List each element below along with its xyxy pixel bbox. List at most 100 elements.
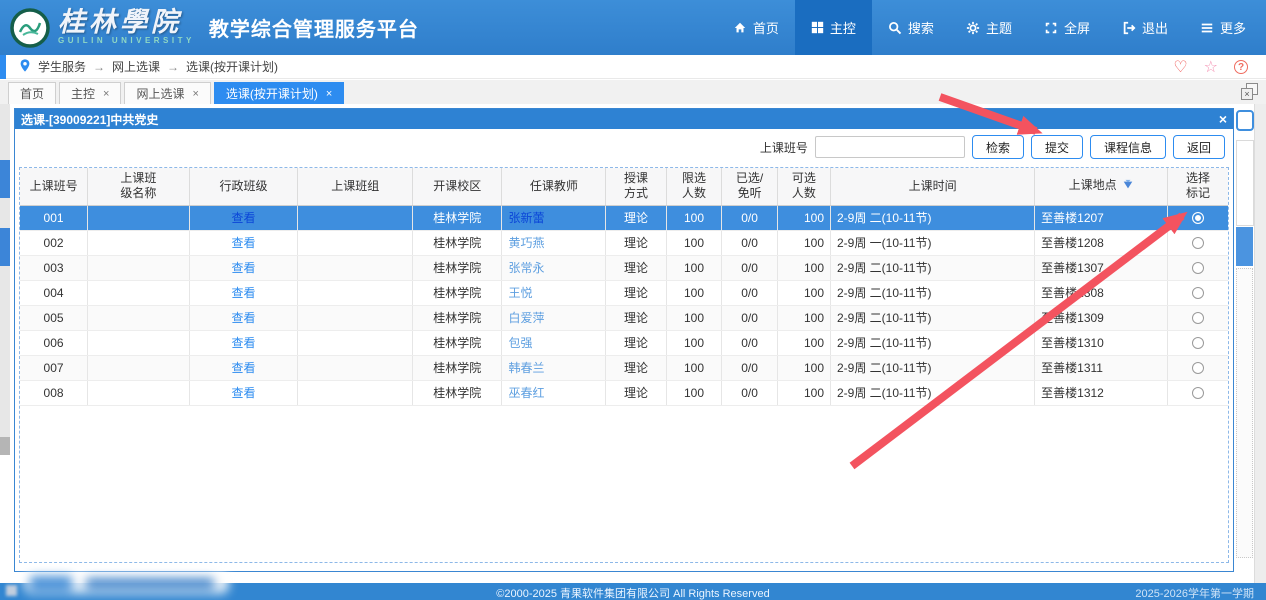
tab-close-icon[interactable]: × [192,88,198,100]
teacher-link[interactable]: 王悦 [508,286,532,300]
class-no-input[interactable] [815,136,965,158]
course-select-dialog: 选课-[39009221]中共党史 × 上课班号 检索提交课程信息返回 上课班号… [14,108,1234,572]
table-row[interactable]: 002 查看 桂林学院 黄巧燕 理论 100 0/0 100 2-9周 一(10… [20,230,1228,255]
teacher-link[interactable]: 张常永 [508,261,544,275]
table-row[interactable]: 001 查看 桂林学院 张新蕾 理论 100 0/0 100 2-9周 二(10… [20,205,1228,230]
tab-close-icon[interactable]: × [103,88,109,100]
submit-button[interactable]: 提交 [1031,135,1083,159]
teacher-link[interactable]: 包强 [508,336,532,350]
col-header: 上课班号 [20,168,88,205]
left-scrollbar-end [0,437,10,455]
home-icon [733,21,747,35]
course-info-button[interactable]: 课程信息 [1090,135,1166,159]
gears-icon [966,21,980,35]
table-row[interactable]: 006 查看 桂林学院 包强 理论 100 0/0 100 2-9周 二(10-… [20,330,1228,355]
tab-选课(按开课计划)[interactable]: 选课(按开课计划)× [214,82,344,104]
teacher-link[interactable]: 巫春红 [508,386,544,400]
course-table: 上课班号上课班 级名称行政班级上课班组开课校区任课教师授课 方式限选 人数已选/… [20,168,1228,406]
tab-主控[interactable]: 主控× [59,82,121,104]
teacher-link[interactable]: 韩春兰 [508,361,544,375]
view-link[interactable]: 查看 [231,211,255,225]
breadcrumb-item[interactable]: 选课(按开课计划) [186,60,278,74]
cell-teacher: 王悦 [502,280,606,305]
cell-teacher: 韩春兰 [502,355,606,380]
select-radio[interactable] [1192,362,1204,374]
close-all-tabs-icon[interactable]: × [1241,83,1258,100]
select-radio[interactable] [1192,387,1204,399]
view-link[interactable]: 查看 [231,236,255,250]
cell-teaching-mode: 理论 [606,355,666,380]
cell-teaching-mode: 理论 [606,205,666,230]
cell-teacher: 包强 [502,330,606,355]
tab-label: 网上选课 [136,85,184,102]
cell-campus: 桂林学院 [413,305,502,330]
university-logo-icon [10,8,50,48]
teacher-link[interactable]: 张新蕾 [508,211,544,225]
view-link[interactable]: 查看 [231,261,255,275]
view-link[interactable]: 查看 [231,286,255,300]
search-icon [888,21,902,35]
nav-item-search[interactable]: 搜索 [872,0,950,55]
view-link[interactable]: 查看 [231,361,255,375]
table-row[interactable]: 008 查看 桂林学院 巫春红 理论 100 0/0 100 2-9周 二(10… [20,380,1228,405]
select-radio[interactable] [1192,287,1204,299]
cell-campus: 桂林学院 [413,380,502,405]
col-header: 可选 人数 [777,168,830,205]
view-link[interactable]: 查看 [231,386,255,400]
nav-item-fullscreen[interactable]: 全屏 [1028,0,1106,55]
heart-icon[interactable]: ♡ [1173,57,1187,77]
filter-icon[interactable] [1122,179,1134,195]
nav-item-theme[interactable]: 主题 [950,0,1028,55]
left-scrollbar[interactable] [0,104,10,455]
search-button[interactable]: 检索 [972,135,1024,159]
select-radio[interactable] [1192,312,1204,324]
cell-class-time: 2-9周 二(10-11节) [831,205,1035,230]
cell-class-no: 003 [20,255,88,280]
col-header: 选择 标记 [1168,168,1228,205]
help-icon[interactable]: ? [1234,60,1248,74]
nav-item-logout[interactable]: 退出 [1106,0,1184,55]
cell-select-mark [1168,205,1228,230]
table-row[interactable]: 005 查看 桂林学院 白爱萍 理论 100 0/0 100 2-9周 二(10… [20,305,1228,330]
cell-class-location: 至善楼1309 [1035,305,1168,330]
table-row[interactable]: 003 查看 桂林学院 张常永 理论 100 0/0 100 2-9周 二(10… [20,255,1228,280]
select-radio[interactable] [1192,212,1204,224]
nav-item-main-control[interactable]: 主控 [795,0,872,55]
nav-item-more[interactable]: 更多 [1184,0,1262,55]
dialog-close-icon[interactable]: × [1219,112,1227,126]
cell-campus: 桂林学院 [413,255,502,280]
cell-teaching-mode: 理论 [606,330,666,355]
return-button[interactable]: 返回 [1173,135,1225,159]
breadcrumb-item[interactable]: 学生服务 [38,60,86,74]
breadcrumb-item[interactable]: 网上选课 [112,60,160,74]
top-nav: 首页主控搜索主题全屏退出更多 [717,0,1262,55]
class-no-label: 上课班号 [760,139,808,156]
view-link[interactable]: 查看 [231,311,255,325]
table-row[interactable]: 007 查看 桂林学院 韩春兰 理论 100 0/0 100 2-9周 二(10… [20,355,1228,380]
tab-close-icon[interactable]: × [326,88,332,100]
star-icon[interactable]: ☆ [1204,57,1218,77]
cell-teacher: 张常永 [502,255,606,280]
tab-首页[interactable]: 首页 [8,82,56,104]
view-link[interactable]: 查看 [231,336,255,350]
select-radio[interactable] [1192,262,1204,274]
cell-class-time: 2-9周 一(10-11节) [831,230,1035,255]
select-radio[interactable] [1192,337,1204,349]
right-scrollbar[interactable] [1254,104,1266,583]
teacher-link[interactable]: 白爱萍 [508,311,544,325]
teacher-link[interactable]: 黄巧燕 [508,236,544,250]
tab-网上选课[interactable]: 网上选课 × [124,82,210,104]
cell-class-group [298,280,413,305]
cell-class-no: 006 [20,330,88,355]
cell-select-mark [1168,255,1228,280]
cell-class-group [298,355,413,380]
left-scrollbar-thumb[interactable] [0,160,10,198]
select-radio[interactable] [1192,237,1204,249]
nav-item-home[interactable]: 首页 [717,0,795,55]
cell-class-group [298,330,413,355]
cell-class-time: 2-9周 二(10-11节) [831,280,1035,305]
cell-class-location: 至善楼1312 [1035,380,1168,405]
table-row[interactable]: 004 查看 桂林学院 王悦 理论 100 0/0 100 2-9周 二(10-… [20,280,1228,305]
left-scrollbar-thumb[interactable] [0,228,10,266]
cell-class-group [298,230,413,255]
